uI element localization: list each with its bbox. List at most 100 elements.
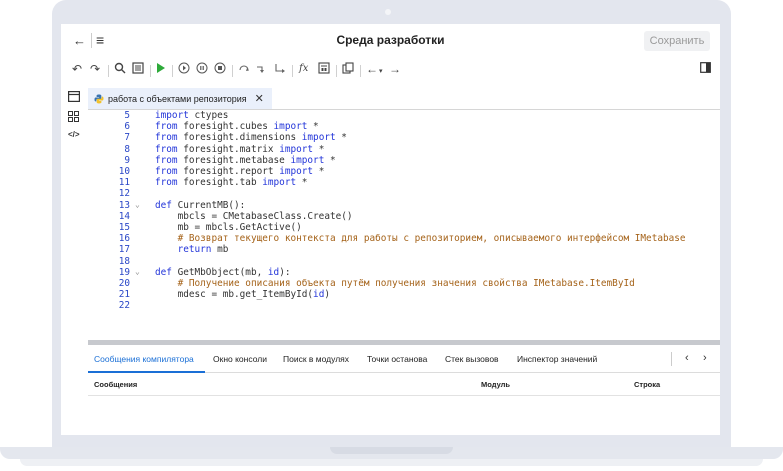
code-comment: # Получение описания объекта путём получ…: [155, 278, 635, 289]
line-number: 17: [118, 244, 130, 256]
line-number: 21: [118, 289, 130, 301]
code-line[interactable]: 15 mb = mbcls.GetActive(): [88, 222, 720, 233]
code-token: foresight.metabase: [177, 154, 291, 166]
chevron-down-icon[interactable]: ▾: [379, 65, 383, 79]
panel-splitter[interactable]: [88, 340, 720, 345]
stop-icon[interactable]: [214, 62, 226, 77]
step-over-icon[interactable]: [256, 62, 268, 77]
fold-chevron-icon[interactable]: ⌄: [135, 200, 140, 209]
code-token: *: [307, 121, 319, 133]
code-token: GetMbObject(mb,: [171, 266, 268, 278]
code-editor[interactable]: 5 import ctypes 6 from foresight.cubes impo…: [88, 110, 720, 340]
code-token: foresight.dimensions: [177, 132, 302, 144]
code-line[interactable]: 16 # Возврат текущего контекста для рабо…: [88, 233, 720, 244]
toolbar-separator: [108, 65, 109, 77]
line-number: 5: [124, 110, 130, 121]
save-button[interactable]: Сохранить: [644, 31, 710, 51]
line-number: 20: [118, 278, 130, 289]
tab-compiler-messages[interactable]: Сообщения компилятора: [94, 346, 194, 372]
line-number: 6: [124, 121, 130, 133]
undo-icon[interactable]: ↶: [72, 62, 82, 76]
close-icon[interactable]: ✕: [255, 92, 264, 105]
left-sidebar: </>: [61, 83, 88, 435]
step-into-icon[interactable]: [238, 62, 250, 77]
sidebar-toggle-icon[interactable]: [700, 62, 711, 76]
code-keyword: def: [155, 199, 172, 211]
code-keyword: import: [155, 110, 189, 121]
python-file-icon: [94, 94, 104, 104]
code-text: from foresight.dimensions import *: [155, 132, 347, 143]
toolbar-separator: [336, 65, 337, 77]
code-line[interactable]: 8 from foresight.matrix import *: [88, 144, 720, 155]
toolbar-separator: [360, 65, 361, 77]
laptop-base: [0, 447, 783, 471]
line-number: 8: [124, 143, 130, 155]
code-line[interactable]: 12: [88, 188, 720, 199]
module-icon[interactable]: [68, 91, 81, 105]
code-token: foresight.report: [177, 166, 280, 177]
code-line[interactable]: 9 from foresight.metabase import *: [88, 155, 720, 166]
code-icon[interactable]: </>: [68, 130, 80, 139]
code-keyword: import: [279, 143, 314, 155]
search-icon[interactable]: [114, 62, 126, 77]
code-line[interactable]: 22: [88, 300, 720, 311]
code-token: *: [313, 166, 325, 177]
line-number: 15: [118, 222, 130, 233]
code-line[interactable]: 5 import ctypes: [88, 110, 720, 121]
bottom-panel-tabs: Сообщения компилятора Окно консоли Поиск…: [88, 346, 720, 373]
code-line[interactable]: 21 mdesc = mb.get_ItemById(id): [88, 289, 720, 300]
code-line[interactable]: 10 from foresight.report import *: [88, 166, 720, 177]
pause-icon[interactable]: [196, 62, 208, 77]
chevron-right-icon[interactable]: ›: [703, 352, 707, 364]
code-keyword: import: [279, 166, 314, 177]
code-token: mbcls = CMetabaseClass.Create(): [155, 210, 353, 222]
code-text: from foresight.metabase import *: [155, 155, 336, 166]
grid-icon[interactable]: [68, 111, 79, 125]
code-keyword: from: [155, 121, 178, 133]
redo-icon[interactable]: ↷: [90, 62, 100, 76]
code-text: from foresight.tab import *: [155, 177, 307, 188]
code-text: mdesc = mb.get_ItemById(id): [155, 289, 330, 300]
tab-file[interactable]: работа с объектами репозитория ✕: [88, 88, 272, 109]
code-line[interactable]: 6 from foresight.cubes import *: [88, 121, 720, 132]
toolbar-separator: [292, 65, 293, 77]
tab-console[interactable]: Окно консоли: [213, 346, 267, 372]
code-text: return mb: [155, 244, 229, 255]
calc-icon[interactable]: [318, 62, 330, 77]
copy-icon[interactable]: [342, 62, 354, 77]
column-header-module: Модуль: [481, 380, 511, 389]
code-text: # Возврат текущего контекста для работы …: [155, 233, 686, 244]
run-icon[interactable]: [156, 62, 166, 77]
tab-value-inspector[interactable]: Инспектор значений: [517, 346, 597, 372]
tab-call-stack[interactable]: Стек вызовов: [445, 346, 499, 372]
code-keyword: from: [155, 143, 178, 155]
code-line[interactable]: 11 from foresight.tab import *: [88, 177, 720, 188]
code-text: mbcls = CMetabaseClass.Create(): [155, 211, 353, 222]
fold-chevron-icon[interactable]: ⌄: [135, 267, 140, 276]
code-line[interactable]: 18: [88, 256, 720, 267]
code-token: *: [296, 177, 308, 189]
code-line[interactable]: 14 mbcls = CMetabaseClass.Create(): [88, 211, 720, 222]
line-number: 14: [118, 210, 130, 222]
code-line[interactable]: 17 return mb: [88, 244, 720, 255]
panel-icon[interactable]: [132, 62, 144, 77]
code-text: mb = mbcls.GetActive(): [155, 222, 302, 233]
step-out-icon[interactable]: [274, 62, 286, 77]
code-line[interactable]: 20 # Получение описания объекта путём по…: [88, 278, 720, 289]
chevron-left-icon[interactable]: ‹: [685, 352, 689, 364]
step-icon[interactable]: [178, 62, 190, 77]
code-keyword: from: [155, 132, 178, 144]
code-keyword: from: [155, 166, 178, 177]
tab-breakpoints[interactable]: Точки останова: [367, 346, 427, 372]
line-number: 10: [118, 166, 130, 177]
forward-arrow-icon[interactable]: →: [389, 62, 401, 76]
code-keyword: id: [267, 266, 280, 278]
back-arrow-icon[interactable]: ←: [366, 62, 378, 76]
code-line[interactable]: 7 from foresight.dimensions import *: [88, 132, 720, 143]
toolbar-separator: [150, 65, 151, 77]
code-line[interactable]: 13 ⌄ def CurrentMB():: [88, 200, 720, 211]
function-icon[interactable]: fx: [299, 62, 308, 76]
code-line[interactable]: 19 ⌄ def GetMbObject(mb, id):: [88, 267, 720, 278]
tab-module-search[interactable]: Поиск в модулях: [283, 346, 349, 372]
messages-table-header: Сообщения Модуль Строка: [88, 373, 720, 396]
